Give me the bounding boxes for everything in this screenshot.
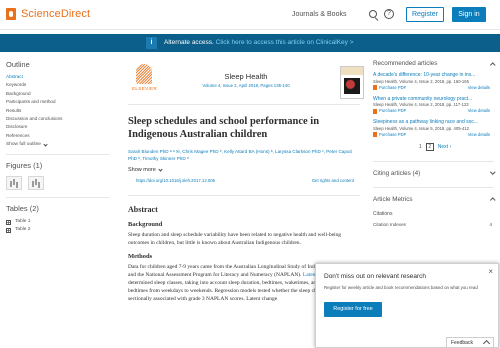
chevron-up-icon	[489, 197, 495, 203]
search-icon[interactable]	[369, 10, 377, 18]
journal-name-link[interactable]: Sleep Health	[186, 72, 306, 81]
recommended-article: When a private community neurology pract…	[373, 96, 500, 115]
register-button[interactable]: Register	[406, 7, 444, 22]
chevron-down-icon	[489, 169, 495, 175]
elsevier-tree-icon	[136, 64, 152, 84]
cover-banner	[341, 67, 363, 75]
article-title: Sleep schedules and school performance i…	[128, 116, 320, 140]
abstract-heading: Abstract	[128, 205, 158, 214]
outline-sidebar: Outline Abstract Keywords Background Par…	[0, 60, 115, 234]
chevron-down-icon	[43, 142, 48, 147]
background-paragraph: Sleep duration and sleep schedule variab…	[128, 232, 342, 246]
background-heading: Background	[128, 221, 163, 228]
show-full-outline-button[interactable]: Show full outline	[0, 142, 115, 147]
chevron-down-icon	[158, 167, 163, 172]
recommended-articles-header[interactable]: Recommended articles	[373, 60, 500, 67]
citing-articles-header[interactable]: Citing articles (4)	[373, 170, 500, 177]
brand-name: ScienceDirect	[21, 8, 91, 20]
methods-heading: Methods	[128, 253, 153, 260]
banner-prefix: Alternate access.	[164, 39, 214, 46]
doi-row: https://doi.org/10.1016/j.sleh.2017.12.0…	[128, 178, 360, 186]
article-metrics-header[interactable]: Article Metrics	[373, 196, 500, 203]
figure-thumbnail-1[interactable]	[6, 176, 22, 191]
cover-art	[344, 78, 360, 94]
rights-link[interactable]: Get rights and content	[312, 178, 354, 183]
divider	[373, 186, 494, 188]
recommended-article-actions: Purchase PDF View details	[373, 85, 490, 91]
figures-heading: Figures (1)	[6, 161, 43, 171]
outline-item-participants[interactable]: Participants and method	[6, 98, 115, 106]
outline-item-discussion[interactable]: Discussion and conclusions	[6, 115, 115, 123]
recommended-article: Sleepiness as a pathway linking race and…	[373, 119, 500, 138]
recommended-article-actions: Purchase PDF View details	[373, 132, 490, 138]
page-1-link[interactable]: 1	[419, 144, 422, 150]
alternate-access-banner: i Alternate access. Click here to access…	[0, 34, 500, 52]
table-link-2[interactable]: Table 2	[6, 226, 115, 234]
popup-title: Don't miss out on relevant research	[324, 273, 427, 280]
top-header: ScienceDirect Journals & Books ? Registe…	[0, 0, 500, 30]
recommended-article: A decade's difference: 10-year change in…	[373, 72, 500, 91]
recommended-list: A decade's difference: 10-year change in…	[373, 72, 500, 138]
recommended-pager: 1 2 Next ›	[419, 142, 500, 151]
elsevier-logo: ELSEVIER	[132, 62, 158, 92]
table-icon	[6, 219, 11, 225]
sign-in-button[interactable]: Sign in	[452, 7, 486, 22]
elsevier-wordmark: ELSEVIER	[132, 86, 158, 91]
pdf-icon	[373, 132, 377, 137]
view-details-link[interactable]: View details	[468, 108, 490, 114]
popup-text: Register for weekly article and book rec…	[324, 285, 478, 290]
register-for-free-button[interactable]: Register for free	[324, 302, 382, 317]
tables-list: Table 1 Table 2	[0, 218, 115, 234]
right-sidebar: Recommended articles A decade's differen…	[373, 60, 500, 227]
outline-item-disclosure[interactable]: Disclosure	[6, 123, 115, 131]
pdf-icon	[373, 108, 377, 114]
outline-item-background[interactable]: Background	[6, 90, 115, 98]
pdf-icon	[373, 85, 377, 90]
doi-link[interactable]: https://doi.org/10.1016/j.sleh.2017.12.0…	[136, 178, 215, 183]
table-link-1[interactable]: Table 1	[6, 218, 115, 226]
divider	[373, 160, 494, 162]
journal-header: ELSEVIER Sleep Health Volume 4, Issue 2,…	[128, 60, 364, 105]
divider	[128, 195, 360, 196]
clinicalkey-link[interactable]: Click here to access this article on Cli…	[216, 39, 354, 46]
chevron-up-icon	[489, 62, 495, 67]
citations-label: Citations	[373, 210, 393, 217]
table-icon	[6, 227, 11, 233]
help-icon[interactable]: ?	[384, 9, 394, 19]
recommended-article-title[interactable]: Sleepiness as a pathway linking race and…	[373, 119, 494, 126]
register-popup: × Don't miss out on relevant research Re…	[315, 263, 499, 348]
divider	[6, 197, 109, 199]
feedback-button[interactable]: Feedback	[446, 337, 494, 348]
view-details-link[interactable]: View details	[468, 132, 490, 138]
journal-issue-link[interactable]: Volume 4, Issue 2, April 2018, Pages 135…	[176, 83, 316, 88]
citation-indexes-row: Citation Indexes 4	[373, 221, 492, 227]
journals-books-link[interactable]: Journals & Books	[292, 11, 346, 18]
purchase-pdf-link[interactable]: Purchase PDF	[373, 132, 406, 138]
figure-thumbnail-2[interactable]	[28, 176, 44, 191]
elsevier-mark-icon	[6, 8, 16, 20]
outline-item-abstract[interactable]: Abstract	[6, 73, 115, 81]
purchase-pdf-link[interactable]: Purchase PDF	[373, 108, 406, 114]
journal-cover-image[interactable]	[340, 66, 364, 99]
close-icon[interactable]: ×	[488, 268, 493, 276]
page-2-current[interactable]: 2	[425, 142, 434, 151]
author-list[interactable]: Sarah Blunden PhD ᵃ ᵃ ✉, Chris Magee PhD…	[128, 148, 353, 162]
view-details-link[interactable]: View details	[468, 85, 490, 91]
divider	[6, 154, 109, 156]
outline-item-keywords[interactable]: Keywords	[6, 81, 115, 89]
banner-text: Alternate access. Click here to access t…	[164, 39, 354, 46]
recommended-article-actions: Purchase PDF View details	[373, 108, 490, 114]
outline-item-references[interactable]: References	[6, 132, 115, 140]
tables-heading: Tables (2)	[6, 204, 39, 214]
figure-thumbnails	[0, 176, 115, 191]
outline-list: Abstract Keywords Background Participant…	[0, 73, 115, 140]
outline-item-results[interactable]: Results	[6, 107, 115, 115]
info-icon: i	[146, 37, 157, 49]
outline-heading: Outline	[6, 60, 30, 69]
sciencedirect-logo[interactable]: ScienceDirect	[6, 8, 90, 20]
show-more-button[interactable]: Show more	[128, 167, 360, 173]
next-page-link[interactable]: Next ›	[438, 144, 451, 150]
purchase-pdf-link[interactable]: Purchase PDF	[373, 85, 406, 91]
